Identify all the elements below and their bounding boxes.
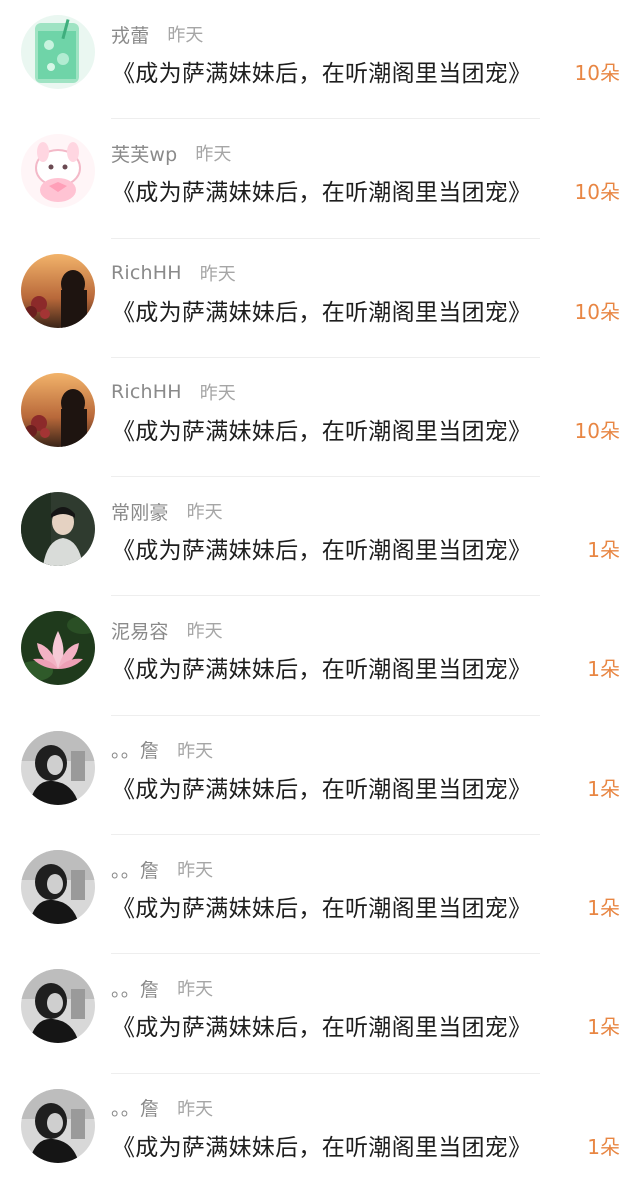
- user-name[interactable]: 泥易容: [111, 617, 169, 644]
- bw-girl-avatar-icon: [21, 969, 95, 1044]
- book-title: 《成为萨满妹妹后，在听潮阁里当团宠》: [112, 299, 532, 326]
- book-title: 《成为萨满妹妹后，在听潮阁里当团宠》: [112, 538, 532, 565]
- list-item[interactable]: 戎蕾 昨天 《成为萨满妹妹后，在听潮阁里当团宠》 10朵: [0, 0, 640, 120]
- book-title: 《成为萨满妹妹后，在听潮阁里当团宠》: [112, 418, 532, 445]
- user-name[interactable]: 。。詹: [111, 975, 159, 1002]
- user-name[interactable]: 。。詹: [111, 1094, 159, 1121]
- user-name[interactable]: RichHH: [111, 381, 182, 403]
- timestamp: 昨天: [186, 621, 223, 643]
- book-title: 《成为萨满妹妹后，在听潮阁里当团宠》: [112, 776, 532, 803]
- list-item[interactable]: 。。詹 昨天 《成为萨满妹妹后，在听潮阁里当团宠》 1朵: [0, 716, 640, 836]
- avatar[interactable]: [21, 730, 95, 805]
- bw-girl-avatar-icon: [21, 850, 95, 925]
- list-item[interactable]: RichHH 昨天 《成为萨满妹妹后，在听潮阁里当团宠》 10朵: [0, 358, 640, 478]
- book-title: 《成为萨满妹妹后，在听潮阁里当团宠》: [112, 1134, 532, 1161]
- avatar[interactable]: [21, 134, 95, 209]
- list-item[interactable]: 。。詹 昨天 《成为萨满妹妹后，在听潮阁里当团宠》 1朵: [0, 835, 640, 955]
- gift-amount: 1朵: [587, 1015, 620, 1040]
- gift-amount: 10朵: [574, 180, 620, 205]
- avatar[interactable]: [21, 492, 95, 567]
- gift-amount: 1朵: [587, 1134, 620, 1159]
- timestamp: 昨天: [199, 263, 236, 285]
- lotus-avatar-icon: [21, 611, 95, 686]
- pink-bunny-avatar-icon: [21, 134, 95, 209]
- list-item[interactable]: RichHH 昨天 《成为萨满妹妹后，在听潮阁里当团宠》 10朵: [0, 239, 640, 358]
- list-item[interactable]: 。。詹 昨天 《成为萨满妹妹后，在听潮阁里当团宠》 1朵: [0, 1074, 640, 1193]
- avatar[interactable]: [21, 969, 95, 1044]
- user-name[interactable]: 常刚豪: [111, 498, 169, 525]
- timestamp: 昨天: [177, 1098, 214, 1120]
- avatar[interactable]: [21, 15, 95, 89]
- list-item[interactable]: 常刚豪 昨天 《成为萨满妹妹后，在听潮阁里当团宠》 1朵: [0, 477, 640, 597]
- gift-amount: 1朵: [587, 776, 620, 801]
- avatar[interactable]: [21, 1088, 95, 1163]
- sunset-girl-avatar-icon: [21, 253, 95, 328]
- avatar[interactable]: [21, 611, 95, 686]
- gift-amount: 1朵: [587, 896, 620, 921]
- book-title: 《成为萨满妹妹后，在听潮阁里当团宠》: [112, 896, 532, 923]
- list-item[interactable]: 芙芙wp 昨天 《成为萨满妹妹后，在听潮阁里当团宠》 10朵: [0, 119, 640, 239]
- gift-amount: 1朵: [587, 538, 620, 563]
- timestamp: 昨天: [199, 382, 236, 404]
- gift-record-list: 戎蕾 昨天 《成为萨满妹妹后，在听潮阁里当团宠》 10朵 芙芙wp 昨天 《成为…: [0, 0, 640, 1171]
- book-title: 《成为萨满妹妹后，在听潮阁里当团宠》: [112, 1015, 532, 1042]
- timestamp: 昨天: [177, 979, 214, 1001]
- list-item[interactable]: 泥易容 昨天 《成为萨满妹妹后，在听潮阁里当团宠》 1朵: [0, 596, 640, 716]
- user-name[interactable]: 。。詹: [111, 736, 159, 763]
- book-title: 《成为萨满妹妹后，在听潮阁里当团宠》: [112, 657, 532, 684]
- gift-amount: 10朵: [574, 61, 620, 85]
- glass-drink-avatar-icon: [21, 15, 95, 89]
- book-title: 《成为萨满妹妹后，在听潮阁里当团宠》: [112, 180, 532, 207]
- timestamp: 昨天: [177, 860, 214, 882]
- gift-amount: 10朵: [574, 418, 620, 443]
- gift-amount: 1朵: [587, 657, 620, 682]
- user-name[interactable]: RichHH: [111, 262, 182, 284]
- timestamp: 昨天: [167, 25, 204, 46]
- timestamp: 昨天: [186, 502, 223, 524]
- avatar[interactable]: [21, 850, 95, 925]
- sunset-girl-avatar-icon: [21, 372, 95, 447]
- bw-girl-avatar-icon: [21, 730, 95, 805]
- timestamp: 昨天: [195, 144, 232, 166]
- user-name[interactable]: 戎蕾: [111, 21, 149, 48]
- bw-girl-avatar-icon: [21, 1088, 95, 1163]
- book-title: 《成为萨满妹妹后，在听潮阁里当团宠》: [112, 61, 532, 87]
- list-item[interactable]: 。。詹 昨天 《成为萨满妹妹后，在听潮阁里当团宠》 1朵: [0, 954, 640, 1074]
- man-portrait-avatar-icon: [21, 492, 95, 567]
- user-name[interactable]: 芙芙wp: [111, 140, 177, 167]
- avatar[interactable]: [21, 372, 95, 447]
- gift-amount: 10朵: [574, 299, 620, 324]
- timestamp: 昨天: [177, 740, 214, 762]
- user-name[interactable]: 。。詹: [111, 856, 159, 883]
- avatar[interactable]: [21, 253, 95, 328]
